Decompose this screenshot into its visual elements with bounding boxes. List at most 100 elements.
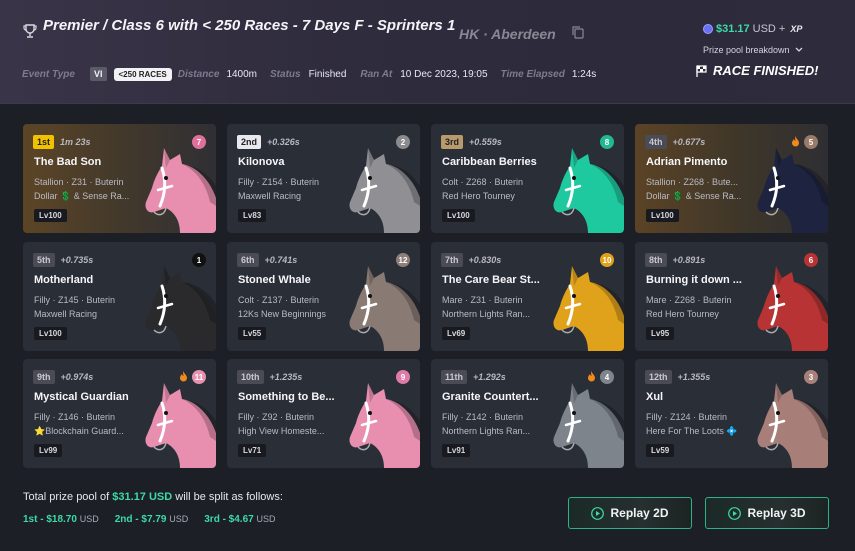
position-badge: 10th (237, 370, 264, 384)
race-title: Premier / Class 6 with < 250 Races - 7 D… (43, 17, 456, 34)
horse-result-card[interactable]: 12th +1.355s 3 Xul Filly · Z124 · Buterin Her… (635, 359, 828, 468)
stable-name: Here For The Loots 💠 (646, 426, 738, 436)
horse-name: Motherland (34, 274, 94, 286)
horse-name: Something to Be... (238, 391, 335, 403)
finish-position: 11th +1.292s (441, 370, 506, 384)
horse-head-icon (145, 148, 216, 233)
split-second: 2nd - $7.79 USD (114, 514, 189, 525)
time-gap: +0.559s (469, 137, 502, 147)
horse-details: Filly · Z92 · Buterin (238, 412, 315, 422)
time-gap: 1m 23s (60, 137, 91, 147)
time-gap: +0.735s (60, 255, 94, 265)
horse-name: Granite Countert... (442, 391, 539, 403)
horse-head-icon (553, 266, 624, 351)
level-badge: Lv99 (34, 444, 63, 457)
stable-name: Red Hero Tourney (442, 191, 515, 201)
horse-result-card[interactable]: 2nd +0.326s 2 Kilonova Filly · Z154 · Buteri… (227, 124, 420, 233)
position-badge: 8th (645, 253, 667, 267)
finish-position: 7th +0.830s (441, 253, 501, 267)
split-third: 3rd - $4.67 USD (204, 514, 276, 525)
replay-3d-button[interactable]: Replay 3D (705, 497, 829, 529)
horse-result-card[interactable]: 1st 1m 23s 7 The Bad Son Stallion · Z31 · Bu… (23, 124, 216, 233)
horse-details: Filly · Z146 · Buterin (34, 412, 116, 422)
time-gap: +0.677s (672, 137, 706, 147)
horse-result-card[interactable]: 4th +0.677s 5 Adrian Pimento Stallion · Z268… (635, 124, 828, 233)
event-type-label: Event Type (22, 68, 75, 80)
horse-result-card[interactable]: 9th +0.974s 11 Mystical Guardian Filly · Z14… (23, 359, 216, 468)
horse-result-card[interactable]: 5th +0.735s 1 Motherland Filly · Z145 · Bute… (23, 242, 216, 351)
horse-name: Xul (646, 391, 664, 403)
prize-splits: 1st - $18.70 USD 2nd - $7.79 USD 3rd - $… (23, 514, 276, 525)
finish-position: 6th +0.741s (237, 253, 297, 267)
time-gap: +0.974s (60, 372, 94, 382)
horse-head-icon (349, 383, 420, 468)
position-badge: 2nd (237, 135, 262, 149)
finish-position: 2nd +0.326s (237, 135, 300, 149)
horse-details: Filly · Z145 · Buterin (34, 295, 116, 305)
level-badge: Lv71 (238, 444, 267, 457)
total-suffix: will be split as follows: (175, 491, 283, 503)
time-gap: +0.326s (267, 137, 300, 147)
stable-name: Northern Lights Ran... (442, 426, 531, 436)
horse-details: Filly · Z142 · Buterin (442, 412, 524, 422)
prize-breakdown-toggle[interactable]: Prize pool breakdown (703, 45, 803, 55)
prize-currency: USD (752, 23, 776, 35)
finish-position: 8th +0.891s (645, 253, 705, 267)
position-badge: 4th (645, 135, 667, 149)
horse-name: Burning it down ... (646, 274, 742, 286)
stable-name: Maxwell Racing (238, 191, 302, 201)
copy-icon[interactable] (572, 26, 584, 39)
time-gap: +0.891s (672, 255, 706, 265)
stable-name: High View Homeste... (238, 426, 325, 436)
position-badge: 3rd (441, 135, 464, 149)
finish-position: 4th +0.677s (645, 135, 705, 149)
race-finished-text: RACE FINISHED! (713, 63, 819, 78)
stable-name: Dollar 💲 & Sense Ra... (646, 191, 742, 201)
horse-details: Mare · Z31 · Buterin (442, 295, 523, 305)
total-amount: $31.17 USD (112, 491, 173, 503)
position-badge: 7th (441, 253, 463, 267)
finish-position: 1st 1m 23s (33, 135, 91, 149)
horse-result-card[interactable]: 3rd +0.559s 8 Caribbean Berries Colt · Z268 … (431, 124, 624, 233)
time-gap: +1.355s (677, 372, 711, 382)
horse-result-card[interactable]: 6th +0.741s 12 Stoned Whale Colt · Z137 · Bu… (227, 242, 420, 351)
horse-head-icon (349, 148, 420, 233)
checkered-flag-icon (696, 64, 707, 77)
horse-head-icon (145, 266, 216, 351)
horse-details: Filly · Z154 · Buterin (238, 177, 320, 187)
xp-label: XP (790, 24, 803, 34)
finish-position: 12th +1.355s (645, 370, 710, 384)
horse-head-icon (757, 266, 828, 351)
horse-result-card[interactable]: 8th +0.891s 6 Burning it down ... Mare · Z26… (635, 242, 828, 351)
horse-details: Colt · Z268 · Buterin (442, 177, 524, 187)
level-badge: Lv83 (238, 209, 267, 222)
race-header: Premier / Class 6 with < 250 Races - 7 D… (0, 0, 855, 104)
horse-result-card[interactable]: 10th +1.235s 9 Something to Be... Filly · Z9… (227, 359, 420, 468)
stable-name: 12Ks New Beginnings (238, 309, 327, 319)
position-badge: 6th (237, 253, 259, 267)
level-badge: Lv100 (34, 327, 67, 340)
horse-result-card[interactable]: 11th +1.292s 4 Granite Countert... Filly · Z… (431, 359, 624, 468)
position-badge: 11th (441, 370, 468, 384)
play-icon (728, 506, 742, 520)
level-badge: Lv100 (646, 209, 679, 222)
position-badge: 5th (33, 253, 55, 267)
horse-head-icon (757, 383, 828, 468)
horse-name: The Care Bear St... (442, 274, 540, 286)
stable-name: Dollar 💲 & Sense Ra... (34, 191, 130, 201)
position-badge: 12th (645, 370, 672, 384)
horse-name: Kilonova (238, 156, 285, 168)
time-elapsed-value: 1:24s (571, 68, 597, 80)
split-first: 1st - $18.70 USD (23, 514, 99, 525)
horse-head-icon (349, 266, 420, 351)
event-type-badge: VI (89, 67, 107, 81)
total-prize-text: Total prize pool of $31.17 USD will be s… (23, 491, 283, 503)
play-icon (591, 506, 605, 520)
replay-2d-button[interactable]: Replay 2D (568, 497, 692, 529)
horse-result-card[interactable]: 7th +0.830s 10 The Care Bear St... Mare · Z3… (431, 242, 624, 351)
finish-position: 9th +0.974s (33, 370, 93, 384)
time-gap: +1.235s (269, 372, 303, 382)
prize-breakdown-label: Prize pool breakdown (703, 45, 790, 55)
level-badge: Lv95 (646, 327, 675, 340)
total-prefix: Total prize pool of (23, 491, 110, 503)
